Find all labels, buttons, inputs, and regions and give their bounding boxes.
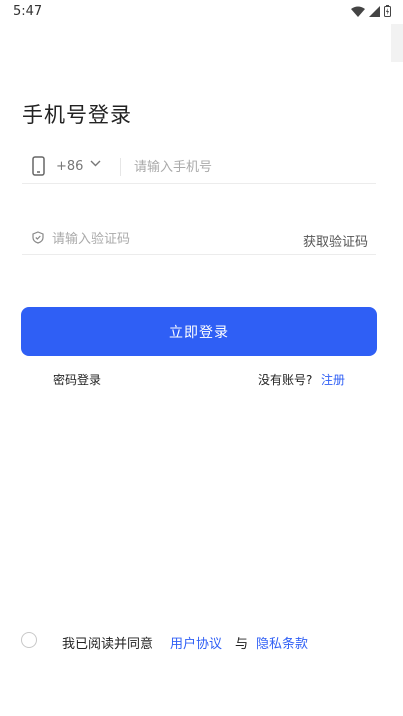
- page-title: 手机号登录: [22, 103, 132, 127]
- user-agreement-link[interactable]: 用户协议: [170, 633, 222, 652]
- login-button[interactable]: 立即登录: [21, 307, 377, 356]
- scrollbar[interactable]: [391, 24, 403, 62]
- no-account-text: 没有账号?: [258, 373, 313, 387]
- status-time: 5:47: [13, 4, 43, 19]
- code-field-row: 获取验证码: [22, 222, 376, 255]
- battery-charging-icon: [384, 5, 391, 17]
- signal-icon: [369, 5, 380, 17]
- register-link[interactable]: 注册: [321, 371, 345, 388]
- agreement-text: 我已阅读并同意: [62, 637, 154, 652]
- shield-icon: [32, 231, 44, 244]
- password-login-link[interactable]: 密码登录: [53, 371, 101, 388]
- agreement-and-text: 与: [235, 637, 249, 652]
- phone-field-row: +86: [22, 148, 376, 184]
- status-bar: 5:47: [0, 0, 403, 24]
- phone-icon: [32, 156, 45, 176]
- chevron-down-icon[interactable]: [90, 160, 101, 167]
- wifi-icon: [351, 6, 365, 17]
- verification-code-input[interactable]: [52, 228, 272, 250]
- get-code-button[interactable]: 获取验证码: [303, 231, 368, 250]
- privacy-policy-link[interactable]: 隐私条款: [256, 633, 308, 652]
- agreement-checkbox[interactable]: [21, 632, 37, 648]
- country-code[interactable]: +86: [56, 159, 83, 174]
- phone-input[interactable]: [134, 156, 364, 178]
- status-icons: [351, 5, 391, 17]
- divider: [120, 158, 121, 176]
